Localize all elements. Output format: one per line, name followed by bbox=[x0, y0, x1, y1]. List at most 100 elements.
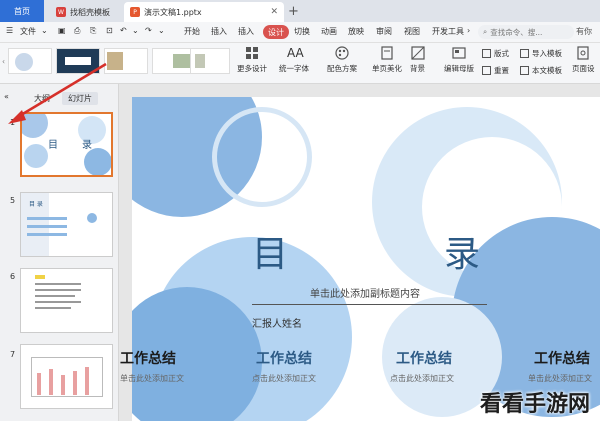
file-chevron-icon[interactable]: ⌄ bbox=[41, 26, 48, 35]
undo-icon[interactable]: ↶ bbox=[120, 26, 127, 35]
thumb-bubble bbox=[87, 213, 97, 223]
beautify-icon bbox=[381, 46, 393, 60]
thumb-highlight bbox=[35, 275, 45, 279]
text-template-button[interactable]: 本文模板 bbox=[520, 65, 562, 76]
page-setup-label: 页面设 bbox=[572, 64, 595, 73]
ai-assistant-label[interactable]: 有你 bbox=[576, 26, 592, 37]
presentation-file-icon: P bbox=[130, 7, 140, 17]
menu-file[interactable]: 文件 bbox=[20, 26, 36, 37]
summary-title-1[interactable]: 工作总结 bbox=[120, 348, 176, 368]
layout-button[interactable]: 版式 bbox=[482, 48, 509, 59]
tab-home[interactable]: 首页 bbox=[0, 0, 44, 22]
palette-icon bbox=[335, 46, 349, 60]
unify-fonts-button[interactable]: AA 统一字体 bbox=[279, 46, 309, 74]
summary-sub-3[interactable]: 点击此处添加正文 bbox=[390, 373, 454, 384]
summary-sub-4[interactable]: 单击此处添加正文 bbox=[528, 373, 592, 384]
search-placeholder: 查找命令、搜... bbox=[490, 27, 543, 37]
slide-number: 7 bbox=[10, 350, 16, 359]
text-template-icon bbox=[520, 66, 529, 75]
thumb-title-right: 录 bbox=[82, 140, 92, 151]
slide-title-left[interactable]: 目 bbox=[252, 225, 288, 277]
slide-thumbnail-6[interactable] bbox=[20, 268, 113, 333]
menu-animation[interactable]: 动画 bbox=[321, 26, 337, 37]
menu-review[interactable]: 审阅 bbox=[376, 26, 392, 37]
tab-document[interactable]: P 演示文稿1.pptx ✕ bbox=[124, 2, 284, 22]
thumb-line bbox=[35, 295, 75, 297]
menu-dev-tools[interactable]: 开发工具 bbox=[432, 26, 464, 37]
menu-insert[interactable]: 插入 bbox=[211, 26, 227, 37]
thumb-line bbox=[27, 225, 67, 228]
export-icon[interactable]: ⎙ bbox=[74, 26, 80, 36]
menu-start[interactable]: 开始 bbox=[184, 26, 200, 37]
slide-divider bbox=[252, 304, 487, 305]
menu-insert-2[interactable]: 插入 bbox=[238, 26, 254, 37]
thumb-line bbox=[27, 217, 67, 220]
more-designs-label: 更多设计 bbox=[237, 64, 267, 73]
edit-master-label: 编辑母版 bbox=[444, 64, 474, 73]
undo-chevron-icon[interactable]: ⌄ bbox=[132, 26, 139, 35]
menu-design[interactable]: 设计 bbox=[263, 25, 289, 39]
more-menu-icon[interactable]: › bbox=[467, 26, 470, 35]
watermark-logo: 看看手游网 bbox=[479, 392, 590, 417]
beautify-button[interactable]: 单页美化 bbox=[372, 46, 402, 74]
preview-icon[interactable]: ⊡ bbox=[106, 26, 113, 35]
close-tab-icon[interactable]: ✕ bbox=[270, 7, 278, 17]
font-aa-icon: AA bbox=[287, 46, 304, 60]
menu-view[interactable]: 视图 bbox=[404, 26, 420, 37]
summary-title-3[interactable]: 工作总结 bbox=[396, 348, 452, 368]
background-icon bbox=[410, 46, 425, 60]
edit-master-button[interactable]: 编辑母版 bbox=[444, 46, 474, 74]
thumb-bar bbox=[37, 373, 41, 395]
slide-reporter[interactable]: 汇报人姓名 bbox=[252, 315, 302, 330]
save-icon[interactable]: ▣ bbox=[58, 26, 66, 35]
thumb-line bbox=[35, 307, 71, 309]
color-scheme-label: 配色方案 bbox=[327, 64, 357, 73]
reset-button[interactable]: 重置 bbox=[482, 65, 509, 76]
summary-sub-2[interactable]: 点击此处添加正文 bbox=[252, 373, 316, 384]
import-template-button[interactable]: 导入模板 bbox=[520, 48, 562, 59]
hamburger-icon[interactable]: ☰ bbox=[6, 26, 13, 35]
thumb-table bbox=[31, 357, 103, 397]
summary-title-2[interactable]: 工作总结 bbox=[256, 348, 312, 368]
tab-templates[interactable]: W 找稻壳模板 bbox=[50, 2, 118, 22]
redo-icon[interactable]: ↷ bbox=[145, 26, 152, 35]
slide-thumbnail-5[interactable]: 目 录 bbox=[20, 192, 113, 257]
page-setup-icon bbox=[577, 46, 589, 60]
slide-subtitle[interactable]: 单击此处添加副标题内容 bbox=[310, 285, 420, 300]
thumb-bubble bbox=[84, 148, 111, 175]
thumb-bubble bbox=[24, 144, 48, 168]
thumb-bar bbox=[49, 369, 53, 395]
page-setup-button[interactable]: 页面设 bbox=[572, 46, 595, 74]
slide-thumbnail-7[interactable] bbox=[20, 344, 113, 409]
layout-icon bbox=[482, 49, 491, 58]
slide-ring bbox=[212, 107, 312, 207]
toolbar-chevron-icon[interactable]: ⌄ bbox=[158, 26, 165, 35]
menu-playback[interactable]: 放映 bbox=[348, 26, 364, 37]
thumb-bar bbox=[73, 371, 77, 395]
menu-switch[interactable]: 切换 bbox=[294, 26, 310, 37]
background-button[interactable]: 背景 bbox=[410, 46, 425, 74]
grid-icon bbox=[246, 47, 258, 59]
summary-sub-1[interactable]: 单击此处添加正文 bbox=[120, 373, 184, 384]
thumb-line bbox=[35, 289, 81, 291]
design-template-5[interactable] bbox=[190, 48, 230, 74]
slide-title-right[interactable]: 录 bbox=[444, 225, 480, 277]
summary-title-4[interactable]: 工作总结 bbox=[534, 348, 590, 368]
tab-document-label: 演示文稿1.pptx bbox=[144, 7, 202, 17]
master-icon bbox=[452, 47, 466, 59]
thumb-bar bbox=[85, 367, 89, 395]
new-tab-icon[interactable]: + bbox=[288, 4, 299, 19]
text-template-label: 本文模板 bbox=[532, 66, 562, 75]
background-label: 背景 bbox=[410, 64, 425, 73]
reset-label: 重置 bbox=[494, 66, 509, 75]
more-designs-button[interactable]: 更多设计 bbox=[237, 46, 267, 74]
beautify-label: 单页美化 bbox=[372, 64, 402, 73]
command-search[interactable]: ⌕ 查找命令、搜... bbox=[478, 25, 574, 39]
import-icon bbox=[520, 49, 529, 58]
thumb-line bbox=[35, 301, 81, 303]
thumb-title: 目 录 bbox=[29, 201, 43, 208]
design-template-3[interactable] bbox=[104, 48, 148, 74]
color-scheme-button[interactable]: 配色方案 bbox=[327, 46, 357, 74]
template-shape bbox=[173, 54, 191, 68]
print-icon[interactable]: ⎘ bbox=[90, 26, 96, 36]
